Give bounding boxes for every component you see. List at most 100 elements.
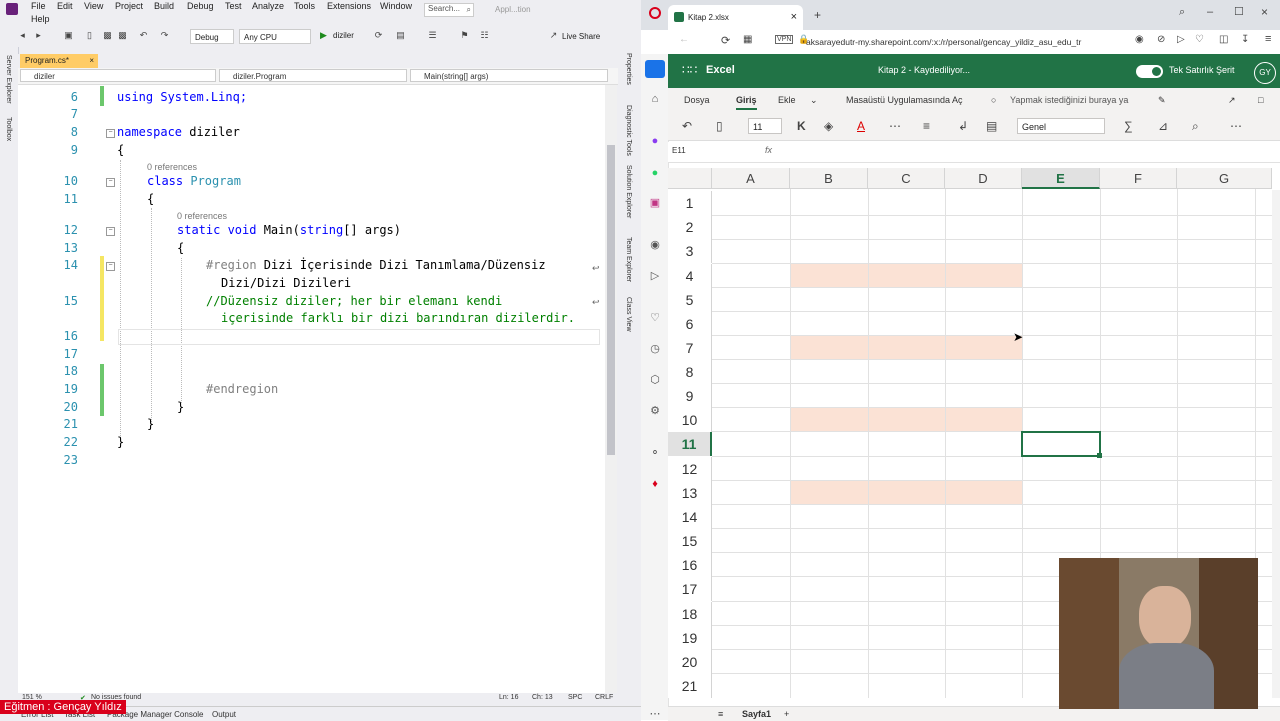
- speed-dial-icon[interactable]: ▦: [743, 34, 752, 45]
- new-tab-icon[interactable]: +: [814, 8, 821, 22]
- row-header-13[interactable]: 13: [668, 481, 712, 505]
- menu-edit[interactable]: Edit: [57, 1, 73, 11]
- column-header-g[interactable]: G: [1177, 168, 1272, 189]
- save-icon[interactable]: ▩: [103, 31, 112, 40]
- document-title[interactable]: Kitap 2 - Kaydediliyor...: [878, 65, 970, 75]
- new-project-icon[interactable]: ▣: [64, 31, 73, 40]
- row-header-15[interactable]: 15: [668, 529, 712, 553]
- shaded-range-row-4[interactable]: [790, 264, 1022, 288]
- find-icon[interactable]: ⌕: [1192, 120, 1199, 132]
- settings-icon[interactable]: ⚙: [649, 405, 661, 417]
- selected-cell-e11[interactable]: [1021, 431, 1102, 458]
- column-header-f[interactable]: F: [1100, 168, 1177, 189]
- sort-filter-icon[interactable]: ⊿: [1158, 120, 1168, 132]
- menu-extensions[interactable]: Extensions: [327, 1, 371, 11]
- column-header-b[interactable]: B: [790, 168, 868, 189]
- menu-build[interactable]: Build: [154, 1, 174, 11]
- menu-project[interactable]: Project: [115, 1, 143, 11]
- avatar[interactable]: GY: [1254, 62, 1276, 84]
- instagram-icon[interactable]: ▣: [649, 197, 661, 209]
- shield-icon[interactable]: ♦: [649, 478, 661, 490]
- shaded-range-row-10[interactable]: [790, 408, 1022, 432]
- menu-window[interactable]: Window: [380, 1, 412, 11]
- row-header-18[interactable]: 18: [668, 602, 712, 626]
- close-window-icon[interactable]: ×: [1261, 5, 1268, 19]
- tab-giris[interactable]: Giriş: [736, 95, 757, 110]
- column-header-e[interactable]: E: [1022, 168, 1100, 189]
- row-header-8[interactable]: 8: [668, 360, 712, 384]
- send-icon[interactable]: ▷: [649, 270, 661, 282]
- open-icon[interactable]: ▯: [85, 31, 94, 40]
- tab-dosya[interactable]: Dosya: [684, 95, 710, 105]
- menu-debug[interactable]: Debug: [187, 1, 214, 11]
- project-dropdown[interactable]: diziler: [20, 69, 216, 82]
- paste-icon[interactable]: ▯: [716, 120, 723, 132]
- collapse-icon[interactable]: −: [106, 227, 115, 236]
- live-share-button[interactable]: Live Share: [562, 32, 600, 41]
- row-header-12[interactable]: 12: [668, 457, 712, 481]
- shaded-range-row-13[interactable]: [790, 481, 1022, 505]
- wrap-text-icon[interactable]: ↲: [958, 120, 968, 132]
- codelens-references[interactable]: 0 references: [177, 211, 227, 221]
- tab-program-cs[interactable]: Program.cs* ×: [20, 54, 98, 68]
- font-color-icon[interactable]: A: [857, 120, 865, 132]
- minimize-icon[interactable]: –: [1207, 6, 1213, 18]
- class-view-tab[interactable]: Class View: [625, 297, 632, 332]
- player-icon[interactable]: ◉: [649, 239, 661, 251]
- row-header-7[interactable]: 7: [668, 336, 712, 360]
- code-editor[interactable]: [18, 85, 605, 693]
- codelens-references[interactable]: 0 references: [147, 162, 197, 172]
- camera-icon[interactable]: ◉: [1135, 34, 1144, 45]
- home-icon[interactable]: ⌂: [649, 93, 661, 105]
- row-header-4[interactable]: 4: [668, 264, 712, 288]
- solution-explorer-tab[interactable]: Solution Explorer: [625, 165, 632, 218]
- server-explorer-tab[interactable]: Server Explorer: [5, 55, 12, 104]
- solution-config-select[interactable]: Debug: [190, 29, 234, 44]
- undo-icon[interactable]: ↶: [139, 31, 148, 40]
- select-all-corner[interactable]: [668, 168, 712, 189]
- sheet-vertical-scrollbar[interactable]: [1272, 190, 1280, 698]
- shaded-range-row-7[interactable]: [790, 336, 1022, 360]
- menu-icon[interactable]: ≡: [1265, 33, 1271, 45]
- block-icon[interactable]: ⊘: [1157, 34, 1165, 45]
- diagnostic-tools-tab[interactable]: Diagnostic Tools: [625, 105, 632, 156]
- maximize-icon[interactable]: ☐: [1234, 5, 1244, 18]
- hot-reload-icon[interactable]: ⟳: [374, 31, 383, 40]
- row-header-5[interactable]: 5: [668, 288, 712, 312]
- back-icon[interactable]: ←: [679, 34, 689, 45]
- add-sheet-button[interactable]: +: [784, 709, 789, 719]
- find-icon[interactable]: ☷: [480, 31, 489, 40]
- bookmark-icon[interactable]: ⚑: [460, 31, 469, 40]
- menu-file[interactable]: File: [31, 1, 46, 11]
- url-field[interactable]: aksarayedutr-my.sharepoint.com/:x:/r/per…: [806, 34, 1134, 50]
- column-header-a[interactable]: A: [712, 168, 790, 189]
- vpn-badge[interactable]: VPN: [775, 35, 794, 44]
- undo-icon[interactable]: ↶: [682, 120, 692, 132]
- vs-search-box[interactable]: Search... ⌕: [424, 3, 474, 17]
- comment-icon[interactable]: ☰: [428, 31, 437, 40]
- row-header-9[interactable]: 9: [668, 384, 712, 408]
- whatsapp-icon[interactable]: ●: [649, 167, 661, 179]
- sheet-tab-sayfa1[interactable]: Sayfa1: [742, 709, 771, 719]
- row-header-20[interactable]: 20: [668, 650, 712, 674]
- toolbox-tab[interactable]: Toolbox: [5, 117, 12, 141]
- all-sheets-icon[interactable]: ≡: [718, 709, 723, 719]
- close-icon[interactable]: ×: [89, 54, 94, 68]
- heart-icon[interactable]: ♡: [1195, 34, 1204, 45]
- opera-logo-icon[interactable]: [649, 7, 661, 19]
- tab-output[interactable]: Output: [212, 710, 236, 719]
- more-tabs-icon[interactable]: ⌄: [810, 95, 818, 106]
- fill-color-icon[interactable]: ◈: [824, 120, 833, 132]
- row-header-10[interactable]: 10: [668, 408, 712, 432]
- heart-icon[interactable]: ♡: [649, 312, 661, 324]
- reload-icon[interactable]: ⟳: [721, 34, 730, 47]
- tab-ekle[interactable]: Ekle: [778, 95, 796, 105]
- share-icon[interactable]: ↗: [1228, 95, 1236, 106]
- single-line-ribbon-toggle[interactable]: [1136, 65, 1163, 78]
- editing-mode-icon[interactable]: ✎: [1158, 95, 1166, 106]
- extensions-icon[interactable]: ⬡: [649, 374, 661, 386]
- more-options-icon[interactable]: ⋯: [1230, 120, 1242, 132]
- properties-tab[interactable]: Properties: [625, 53, 632, 85]
- formula-input[interactable]: [780, 144, 1276, 158]
- row-header-1[interactable]: 1: [668, 191, 712, 215]
